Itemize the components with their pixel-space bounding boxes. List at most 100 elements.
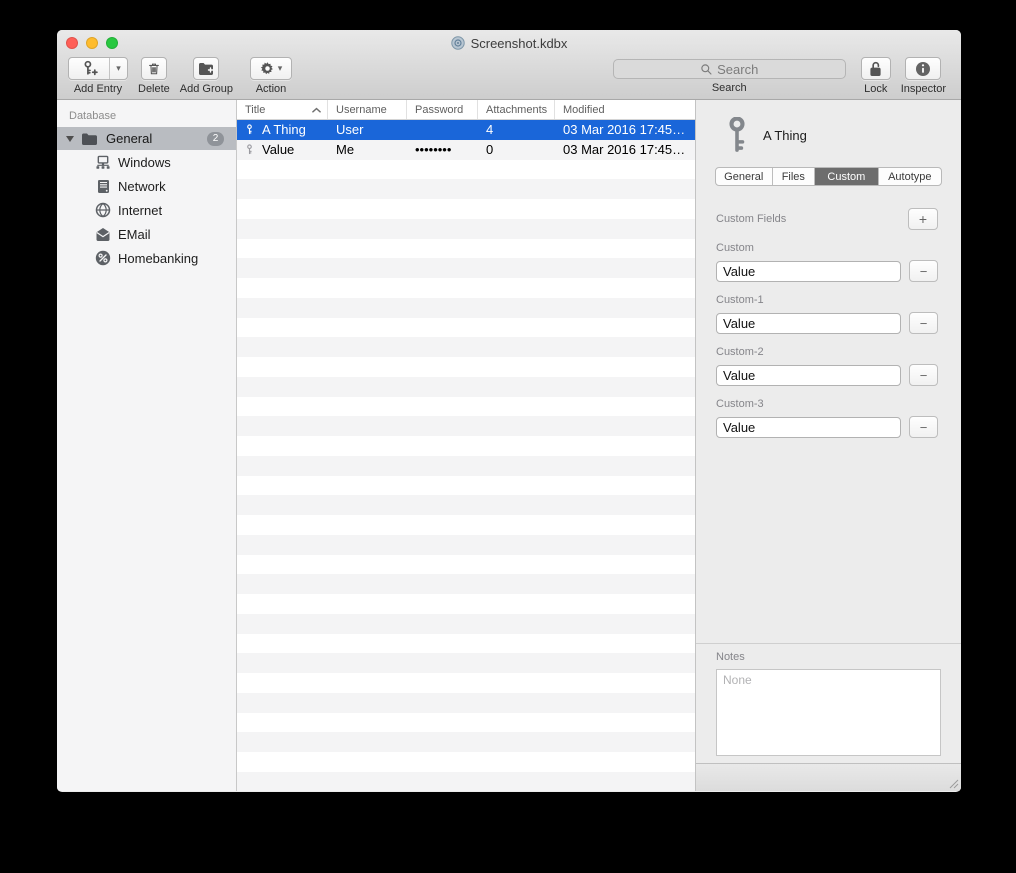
remove-custom-field-button[interactable]: − bbox=[909, 364, 938, 386]
sort-ascending-icon bbox=[312, 107, 321, 113]
toolbar-item-inspector: Inspector bbox=[901, 57, 946, 95]
inspector-button[interactable] bbox=[905, 57, 941, 80]
add-group-button[interactable] bbox=[193, 57, 219, 80]
empty-row bbox=[237, 574, 695, 594]
add-custom-field-button[interactable]: + bbox=[908, 208, 938, 230]
zoom-button[interactable] bbox=[106, 37, 118, 49]
tab-custom[interactable]: Custom bbox=[815, 168, 878, 185]
lock-button[interactable] bbox=[861, 57, 891, 80]
custom-field-value-input[interactable] bbox=[716, 365, 901, 386]
toolbar-item-delete: Delete bbox=[138, 57, 170, 95]
toolbar-item-add-entry: ▾ Add Entry bbox=[68, 57, 128, 95]
remove-custom-field-button[interactable]: − bbox=[909, 416, 938, 438]
cell-modified: 03 Mar 2016 17:45… bbox=[555, 142, 695, 157]
custom-field-group: Custom-1 − bbox=[716, 294, 938, 334]
custom-field-value-input[interactable] bbox=[716, 261, 901, 282]
delete-button[interactable] bbox=[141, 57, 167, 80]
cell-title: A Thing bbox=[262, 122, 306, 137]
disclosure-triangle-icon[interactable] bbox=[66, 136, 74, 142]
notes-textarea[interactable]: None bbox=[716, 669, 941, 756]
empty-row bbox=[237, 515, 695, 535]
empty-row bbox=[237, 397, 695, 417]
empty-row bbox=[237, 634, 695, 654]
tab-label: General bbox=[724, 171, 763, 183]
toolbar-item-action: ▾ Action bbox=[250, 57, 292, 95]
sidebar-item-windows[interactable]: Windows bbox=[57, 150, 236, 174]
custom-field-label: Custom-1 bbox=[716, 294, 938, 306]
empty-row bbox=[237, 436, 695, 456]
cell-username: User bbox=[328, 122, 407, 137]
tab-general[interactable]: General bbox=[716, 168, 773, 185]
notes-label: Notes bbox=[716, 651, 961, 663]
close-button[interactable] bbox=[66, 37, 78, 49]
sidebar-item-internet[interactable]: Internet bbox=[57, 198, 236, 222]
sidebar-item-general[interactable]: General 2 bbox=[57, 127, 236, 150]
chevron-down-icon[interactable]: ▾ bbox=[109, 58, 127, 79]
custom-fields-label: Custom Fields bbox=[716, 213, 908, 225]
cell-username: Me bbox=[328, 142, 407, 157]
remove-custom-field-button[interactable]: − bbox=[909, 260, 938, 282]
tab-label: Custom bbox=[827, 171, 865, 183]
tab-files[interactable]: Files bbox=[773, 168, 816, 185]
cell-attachments: 4 bbox=[478, 122, 555, 137]
column-header-label: Attachments bbox=[486, 104, 547, 116]
tab-autotype[interactable]: Autotype bbox=[879, 168, 941, 185]
sidebar-item-label: EMail bbox=[118, 227, 151, 242]
cell-modified: 03 Mar 2016 17:45… bbox=[555, 122, 695, 137]
lock-open-icon bbox=[869, 61, 882, 77]
minus-icon: − bbox=[920, 421, 928, 434]
sidebar-item-email[interactable]: EMail bbox=[57, 222, 236, 246]
empty-row bbox=[237, 239, 695, 259]
column-header-title[interactable]: Title bbox=[237, 100, 328, 119]
folder-icon bbox=[81, 132, 98, 146]
envelope-icon bbox=[95, 226, 111, 242]
minimize-button[interactable] bbox=[86, 37, 98, 49]
custom-field-group: Custom-2 − bbox=[716, 346, 938, 386]
tab-label: Autotype bbox=[888, 171, 931, 183]
titlebar[interactable]: Screenshot.kdbx bbox=[57, 30, 961, 56]
traffic-lights bbox=[66, 37, 118, 49]
toolbar-label: Lock bbox=[864, 83, 887, 95]
action-button[interactable]: ▾ bbox=[250, 57, 292, 80]
empty-row bbox=[237, 495, 695, 515]
empty-row bbox=[237, 219, 695, 239]
search-input[interactable]: Search bbox=[613, 59, 846, 79]
entry-count-badge: 2 bbox=[207, 132, 224, 146]
add-entry-button[interactable]: ▾ bbox=[68, 57, 128, 80]
column-header-attachments[interactable]: Attachments bbox=[478, 100, 555, 119]
empty-row bbox=[237, 614, 695, 634]
custom-field-value-input[interactable] bbox=[716, 417, 901, 438]
remove-custom-field-button[interactable]: − bbox=[909, 312, 938, 334]
empty-row bbox=[237, 594, 695, 614]
entry-row[interactable]: Value Me •••••••• 0 03 Mar 2016 17:45… bbox=[237, 140, 695, 160]
entry-row[interactable]: A Thing User 4 03 Mar 2016 17:45… bbox=[237, 120, 695, 140]
empty-row bbox=[237, 160, 695, 180]
sidebar-item-network[interactable]: Network bbox=[57, 174, 236, 198]
custom-field-group: Custom − bbox=[716, 242, 938, 282]
empty-row bbox=[237, 199, 695, 219]
column-header-modified[interactable]: Modified bbox=[555, 100, 695, 119]
toolbar-label: Add Entry bbox=[74, 83, 122, 95]
resize-grip-icon[interactable] bbox=[948, 778, 959, 789]
inspector-tab-bar: General Files Custom Autotype bbox=[715, 167, 942, 186]
window-title: Screenshot.kdbx bbox=[471, 36, 568, 51]
column-header-username[interactable]: Username bbox=[328, 100, 407, 119]
empty-row bbox=[237, 258, 695, 278]
toolbar-item-search: Search Search bbox=[613, 57, 846, 94]
empty-row bbox=[237, 337, 695, 357]
entry-table: TitleUsername Password Attachments Modified… bbox=[237, 100, 695, 791]
empty-row bbox=[237, 416, 695, 436]
empty-row bbox=[237, 752, 695, 772]
column-header-label: Modified bbox=[563, 104, 605, 116]
sidebar-item-homebanking[interactable]: Homebanking bbox=[57, 246, 236, 270]
inspector-panel: A Thing GeneralFilesCustomAutotype Custo… bbox=[695, 100, 961, 791]
minus-icon: − bbox=[920, 317, 928, 330]
table-header-row: TitleUsername Password Attachments Modified bbox=[237, 100, 695, 120]
column-header-label: Password bbox=[415, 104, 463, 116]
sidebar-section-header: Database bbox=[57, 107, 236, 127]
document-proxy-icon[interactable] bbox=[451, 36, 465, 50]
toolbar-item-lock: Lock bbox=[861, 57, 891, 95]
empty-row bbox=[237, 713, 695, 733]
custom-field-value-input[interactable] bbox=[716, 313, 901, 334]
column-header-password[interactable]: Password bbox=[407, 100, 478, 119]
